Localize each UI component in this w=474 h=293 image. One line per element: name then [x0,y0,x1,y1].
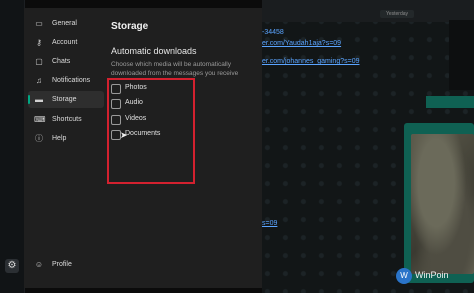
settings-nav: ▭ General ⚷ Account ▢ Chats ♫ Notificati… [24,8,106,288]
chat-link[interactable]: er.com/johannes_gaming?s=09 [262,58,359,65]
nav-item-label: Profile [52,261,72,268]
message-bubble [426,96,474,108]
chat-message-text: -34458 [262,29,284,36]
watermark-text: WinPoin [415,270,449,280]
nav-item-help[interactable]: ⓘ Help [28,130,104,147]
keyboard-icon: ⌨ [34,115,46,124]
nav-item-label: Help [52,135,67,142]
nav-item-label: Storage [52,96,77,103]
app-rail: ⚙ [0,0,25,293]
chat-header [262,0,474,22]
bell-icon: ♫ [36,76,42,85]
person-icon: ☺ [34,260,44,269]
date-chip: Yesterday [380,10,414,18]
page-title: Storage [111,21,149,32]
watermark: W WinPoin [396,266,470,286]
nav-item-profile[interactable]: ☺ Profile [28,256,104,273]
chat-bubble-icon: ▢ [35,57,43,66]
nav-item-general[interactable]: ▭ General [28,15,104,32]
winpoin-logo-icon: W [396,268,412,284]
nav-item-label: Chats [52,58,71,65]
nav-item-shortcuts[interactable]: ⌨ Shortcuts [28,111,104,128]
section-description: Choose which media will be automatically… [111,61,239,77]
image-message-photo[interactable] [411,134,474,274]
storage-drive-icon: ▬ [35,95,43,104]
nav-item-label: General [52,20,77,27]
nav-item-label: Account [52,39,78,46]
chat-side-shade [449,20,474,90]
nav-item-storage[interactable]: ▬ Storage [28,91,104,108]
settings-gear-icon[interactable]: ⚙ [5,259,19,273]
nav-item-notifications[interactable]: ♫ Notifications [28,72,104,89]
info-icon: ⓘ [35,134,43,143]
section-heading: Automatic downloads [111,46,197,56]
nav-item-chats[interactable]: ▢ Chats [28,53,104,70]
mouse-cursor-icon: ➤ [120,130,128,140]
nav-item-label: Shortcuts [52,116,82,123]
nav-item-account[interactable]: ⚷ Account [28,34,104,51]
monitor-icon: ▭ [35,19,43,28]
chat-link[interactable]: er.com/Yaudah1aja?s=09 [262,40,341,47]
chat-link[interactable]: s=09 [262,220,277,227]
key-icon: ⚷ [36,38,42,47]
nav-item-label: Notifications [52,77,91,84]
